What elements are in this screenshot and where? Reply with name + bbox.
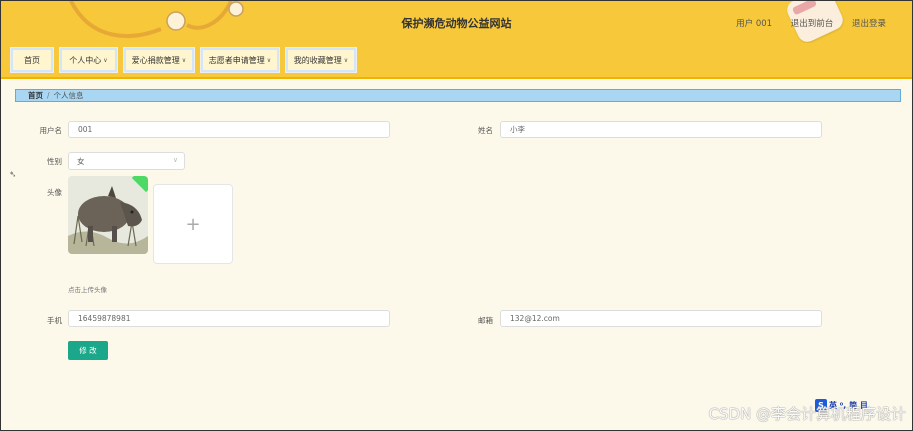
- nav-item-label: 首页: [24, 55, 40, 65]
- chevron-down-icon: ∨: [172, 156, 178, 164]
- nav-item-volunteer-management[interactable]: 志愿者申请管理 ∨: [200, 47, 280, 73]
- nav-item-label: 我的收藏管理: [293, 55, 342, 65]
- chevron-down-icon: ∨: [266, 56, 272, 64]
- watermark: CSDN @李会计算机程序设计: [708, 405, 906, 423]
- nav-item-personal-center[interactable]: 个人中心 ∨: [59, 47, 118, 73]
- mouse-cursor-icon: ➴: [9, 170, 17, 180]
- avatar-label: 头像: [47, 188, 62, 197]
- upload-hint: 点击上传头像: [68, 286, 107, 294]
- gender-select[interactable]: 女 ∨: [68, 152, 185, 170]
- boar-photo-icon: [68, 176, 148, 254]
- user-label: 用户 001: [736, 19, 773, 29]
- logout-link[interactable]: 退出登录: [852, 19, 886, 29]
- main-nav: 首页 个人中心 ∨ 爱心捐款管理 ∨ 志愿者申请管理 ∨ 我的收藏管理 ∨: [1, 43, 912, 79]
- gender-label: 性别: [47, 157, 62, 166]
- top-links: 用户 001 退出到前台 退出登录: [720, 17, 886, 29]
- phone-input[interactable]: 16459878981: [68, 310, 390, 327]
- name-input[interactable]: 小李: [500, 121, 822, 138]
- plus-icon: +: [185, 213, 201, 235]
- username-input[interactable]: 001: [68, 121, 390, 138]
- submit-button[interactable]: 修 改: [68, 341, 108, 360]
- avatar-upload-button[interactable]: +: [153, 184, 233, 264]
- email-input[interactable]: 132@12.com: [500, 310, 822, 327]
- chevron-down-icon: ∨: [181, 56, 187, 64]
- back-to-front-link[interactable]: 退出到前台: [791, 19, 834, 29]
- app-frame: 保护濒危动物公益网站 用户 001 退出到前台 退出登录 首页 个人中心 ∨ 爱心…: [0, 0, 913, 431]
- username-label: 用户名: [39, 126, 63, 135]
- nav-item-donation-management[interactable]: 爱心捐款管理 ∨: [123, 47, 195, 73]
- chevron-down-icon: ∨: [103, 56, 108, 64]
- breadcrumb-current: 个人信息: [53, 91, 84, 100]
- breadcrumb-separator: /: [47, 91, 50, 100]
- gender-selected-value: 女: [77, 156, 85, 166]
- nav-item-home[interactable]: 首页: [10, 47, 54, 73]
- breadcrumb: 首页 / 个人信息: [15, 89, 901, 102]
- nav-item-favorites-management[interactable]: 我的收藏管理 ∨: [285, 47, 357, 73]
- breadcrumb-home[interactable]: 首页: [28, 90, 43, 101]
- nav-item-label: 个人中心: [69, 55, 102, 65]
- phone-label: 手机: [47, 316, 62, 325]
- chevron-down-icon: ∨: [343, 56, 349, 64]
- email-label: 邮箱: [478, 316, 493, 325]
- nav-item-label: 志愿者申请管理: [208, 55, 265, 65]
- avatar-image[interactable]: [68, 176, 148, 254]
- nav-item-label: 爱心捐款管理: [131, 55, 180, 65]
- name-label: 姓名: [478, 126, 493, 135]
- header: 保护濒危动物公益网站 用户 001 退出到前台 退出登录: [1, 1, 912, 46]
